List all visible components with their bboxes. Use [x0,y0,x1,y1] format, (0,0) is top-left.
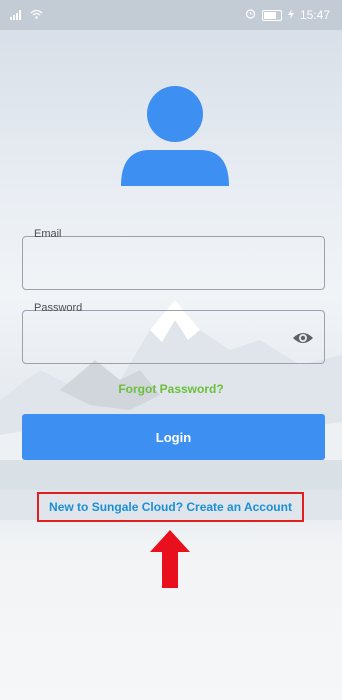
battery-icon [261,9,282,21]
email-label: Email [34,228,62,240]
password-input[interactable] [33,325,287,353]
user-icon [121,86,229,186]
up-arrow-icon [150,530,190,588]
password-label: Password [34,302,83,314]
eye-icon[interactable] [292,329,314,347]
login-button[interactable]: Login [22,414,325,460]
password-field[interactable]: Password [22,302,325,364]
status-bar: 15:47 [0,0,342,30]
signal-icon [10,10,24,20]
create-account-link[interactable]: New to Sungale Cloud? Create an Account [49,500,292,514]
user-avatar [120,80,230,190]
clock-time: 15:47 [299,8,330,22]
email-input[interactable] [33,251,287,279]
create-account-highlight: New to Sungale Cloud? Create an Account [37,492,304,522]
alarm-icon [245,8,256,22]
forgot-password-link[interactable]: Forgot Password? [0,382,342,396]
wifi-icon [30,8,43,22]
charging-icon [287,8,294,22]
email-field[interactable]: Email [22,228,325,290]
